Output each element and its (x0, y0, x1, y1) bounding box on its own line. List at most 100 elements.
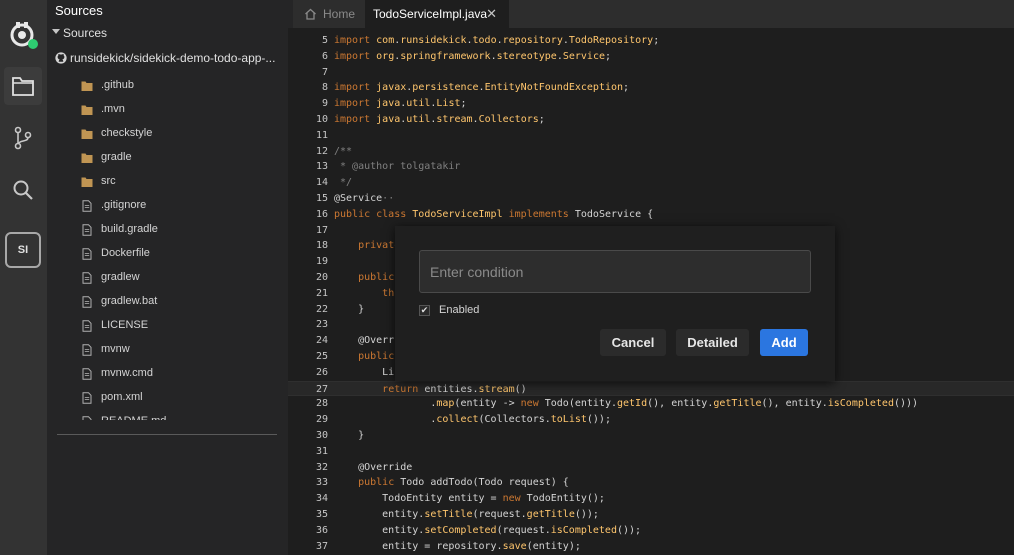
line-number[interactable]: 28 (288, 396, 328, 412)
line-number[interactable]: 34 (288, 491, 328, 507)
code-line[interactable]: 13 * @author tolgatakir (288, 159, 1014, 175)
code-line[interactable]: 15 @Service·· (288, 191, 1014, 207)
line-number[interactable]: 6 (288, 49, 328, 65)
line-number[interactable]: 33 (288, 475, 328, 491)
line-number[interactable]: 18 (288, 238, 328, 254)
close-icon[interactable]: ✕ (486, 6, 497, 22)
line-number[interactable]: 26 (288, 365, 328, 381)
tree-item-build-gradle[interactable]: build.gradle (47, 218, 288, 242)
line-code: th (382, 287, 395, 299)
code-line[interactable]: 28 .map(entity -> new Todo(entity.getId(… (288, 396, 1014, 412)
code-line[interactable]: 30 } (288, 428, 1014, 444)
line-number[interactable]: 24 (288, 333, 328, 349)
source-control-icon[interactable] (4, 119, 42, 157)
code-line[interactable]: 7 (288, 65, 1014, 81)
repository-row[interactable]: runsidekick/sidekick-demo-todo-app-... (47, 49, 288, 69)
code-line[interactable]: 6 import org.springframework.stereotype.S… (288, 49, 1014, 65)
code-line[interactable]: 32 @Override (288, 460, 1014, 476)
code-line[interactable]: 12 /** (288, 144, 1014, 160)
enabled-label: Enabled (439, 304, 480, 316)
tree-item-checkstyle[interactable]: checkstyle (47, 122, 288, 146)
code-line[interactable]: 5 import com.runsidekick.todo.repository.… (288, 33, 1014, 49)
code-line[interactable]: 35 entity.setTitle(request.getTitle()); (288, 507, 1014, 523)
code-line[interactable]: 34 TodoEntity entity = new TodoEntity(); (288, 491, 1014, 507)
tree-item-pom-xml[interactable]: pom.xml (47, 386, 288, 410)
line-number[interactable]: 22 (288, 302, 328, 318)
tree-item-src[interactable]: src (47, 170, 288, 194)
line-number[interactable]: 19 (288, 254, 328, 270)
line-number[interactable]: 29 (288, 412, 328, 428)
line-number[interactable]: 30 (288, 428, 328, 444)
tree-item-label: .github (101, 79, 135, 91)
file-icon (82, 296, 92, 308)
condition-input[interactable] (419, 250, 811, 293)
tree-item-gradlew[interactable]: gradlew (47, 266, 288, 290)
line-number[interactable]: 10 (288, 112, 328, 128)
code-line[interactable]: 31 (288, 444, 1014, 460)
editor-tab-bar: Home TodoServiceImpl.java ✕ (288, 0, 1014, 28)
line-number[interactable]: 14 (288, 175, 328, 191)
line-code: public (358, 272, 395, 283)
line-number[interactable]: 12 (288, 144, 328, 160)
user-avatar[interactable]: SI (4, 231, 42, 269)
line-number[interactable]: 11 (288, 128, 328, 144)
tree-item-dockerfile[interactable]: Dockerfile (47, 242, 288, 266)
code-line[interactable]: 36 entity.setCompleted(request.isComplet… (288, 523, 1014, 539)
code-line[interactable]: 16 public class TodoServiceImpl implement… (288, 207, 1014, 223)
add-button[interactable]: Add (760, 329, 808, 356)
activity-bar: SI (0, 0, 47, 555)
code-line[interactable]: 27 return entities.stream() (288, 380, 1014, 398)
code-line[interactable]: 33 public Todo addTodo(Todo request) { (288, 475, 1014, 491)
line-number[interactable]: 7 (288, 65, 328, 81)
line-number[interactable]: 27 (288, 382, 328, 398)
code-line[interactable]: 9 import java.util.List; (288, 96, 1014, 112)
search-icon[interactable] (4, 171, 42, 209)
line-number[interactable]: 35 (288, 507, 328, 523)
tree-item-mvn[interactable]: .mvn (47, 98, 288, 122)
line-number[interactable]: 9 (288, 96, 328, 112)
sidebar-title: Sources (55, 3, 103, 18)
tree-item-mvnw[interactable]: mvnw (47, 338, 288, 362)
line-number[interactable]: 16 (288, 207, 328, 223)
line-code: .collect(Collectors.toList()); (334, 414, 611, 426)
tree-item-readme-md[interactable]: README.md (47, 410, 288, 420)
line-number[interactable]: 13 (288, 159, 328, 175)
line-number[interactable]: 15 (288, 191, 328, 207)
line-number[interactable]: 37 (288, 539, 328, 555)
code-line[interactable]: 14 */ (288, 175, 1014, 191)
tree-item-gradle[interactable]: gradle (47, 146, 288, 170)
cancel-button[interactable]: Cancel (600, 329, 666, 356)
code-line[interactable]: 29 .collect(Collectors.toList()); (288, 412, 1014, 428)
line-number[interactable]: 21 (288, 286, 328, 302)
file-tree: .github .mvn checkstyle gradle src .gitignore… (47, 74, 288, 420)
checkmark-icon: ✔ (420, 305, 429, 315)
line-number[interactable]: 8 (288, 80, 328, 96)
line-number[interactable]: 32 (288, 460, 328, 476)
line-number[interactable]: 25 (288, 349, 328, 365)
line-number[interactable]: 31 (288, 444, 328, 460)
code-line[interactable]: 8 import javax.persistence.EntityNotFound… (288, 80, 1014, 96)
tab-home[interactable]: Home (293, 0, 369, 28)
enabled-checkbox[interactable]: ✔ (419, 305, 430, 316)
line-number[interactable]: 23 (288, 317, 328, 333)
tree-item-gitignore[interactable]: .gitignore (47, 194, 288, 218)
tab-todoserviceimpl[interactable]: TodoServiceImpl.java ✕ (365, 0, 509, 28)
detailed-button[interactable]: Detailed (676, 329, 749, 356)
tree-item-gradlew-bat[interactable]: gradlew.bat (47, 290, 288, 314)
line-number[interactable]: 5 (288, 33, 328, 49)
tree-item-mvnw-cmd[interactable]: mvnw.cmd (47, 362, 288, 386)
code-line[interactable]: 11 (288, 128, 1014, 144)
explorer-icon[interactable] (4, 67, 42, 105)
folder-icon (81, 129, 93, 139)
tree-item-license[interactable]: LICENSE (47, 314, 288, 338)
tree-item-github[interactable]: .github (47, 74, 288, 98)
folder-icon (81, 153, 93, 163)
sources-section-header[interactable]: Sources (47, 24, 288, 42)
code-line[interactable]: 10 import java.util.stream.Collectors; (288, 112, 1014, 128)
user-initials: SI (5, 232, 41, 268)
line-number[interactable]: 20 (288, 270, 328, 286)
line-number[interactable]: 36 (288, 523, 328, 539)
sidekick-logo-icon[interactable] (4, 16, 42, 54)
line-number[interactable]: 17 (288, 223, 328, 239)
code-line[interactable]: 37 entity = repository.save(entity); (288, 539, 1014, 555)
